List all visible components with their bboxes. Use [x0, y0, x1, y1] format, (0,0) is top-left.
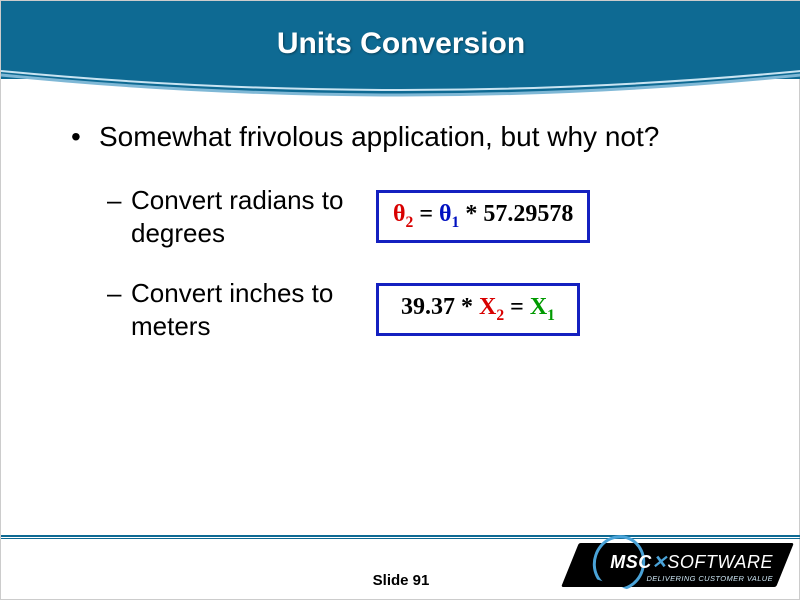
factor2: 39.37 *: [401, 294, 479, 320]
bullet-main: • Somewhat frivolous application, but wh…: [71, 119, 731, 154]
header: Units Conversion: [1, 1, 800, 106]
logo-brand-b: SOFTWARE: [667, 552, 773, 572]
x2-symbol: X: [479, 294, 496, 320]
x1-symbol: X: [530, 294, 547, 320]
factor1: * 57.29578: [459, 201, 573, 227]
footer: Slide 91 MSC✕SOFTWARE DELIVERING CUSTOME…: [1, 529, 800, 599]
sub-item-1-text: Convert radians to degrees: [131, 184, 366, 249]
content-area: • Somewhat frivolous application, but wh…: [71, 119, 731, 370]
formula-radians-degrees: θ2 = θ1 * 57.29578: [376, 190, 590, 242]
eq1: =: [413, 201, 439, 227]
dash-icon: –: [107, 184, 131, 249]
slide-title: Units Conversion: [1, 27, 800, 61]
theta2-symbol: θ: [393, 201, 406, 227]
theta1-symbol: θ: [439, 201, 452, 227]
sub-item-2: – Convert inches to meters 39.37 * X2 = …: [71, 277, 731, 342]
sub-list: – Convert radians to degrees θ2 = θ1 * 5…: [71, 184, 731, 342]
logo-text: MSC✕SOFTWARE DELIVERING CUSTOMER VALUE: [573, 552, 773, 583]
logo-x-icon: ✕: [652, 552, 668, 572]
x1-subscript: 1: [547, 307, 555, 324]
bullet-main-text: Somewhat frivolous application, but why …: [99, 119, 659, 154]
logo-tagline: DELIVERING CUSTOMER VALUE: [573, 574, 773, 583]
msc-logo: MSC✕SOFTWARE DELIVERING CUSTOMER VALUE: [545, 531, 785, 593]
dash-icon: –: [107, 277, 131, 342]
bullet-dot-icon: •: [71, 119, 99, 154]
sub-item-1: – Convert radians to degrees θ2 = θ1 * 5…: [71, 184, 731, 249]
logo-brand-a: MSC: [610, 552, 652, 572]
sub-item-2-text: Convert inches to meters: [131, 277, 366, 342]
x2-subscript: 2: [496, 307, 504, 324]
formula-inches-meters: 39.37 * X2 = X1: [376, 283, 580, 335]
eq2: =: [504, 294, 530, 320]
